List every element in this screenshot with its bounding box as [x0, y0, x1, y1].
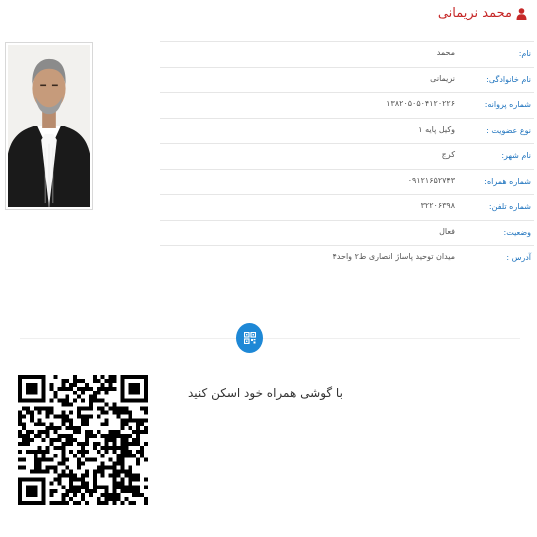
mobile-value: ۰۹۱۲۱۶۵۲۷۴۳: [407, 175, 455, 185]
qr-section-badge: [236, 323, 263, 353]
qr-code-image: [18, 375, 148, 505]
license-number-value: ۱۳۸۲۰۵۰۵۰۴۱۲۰۲۲۶: [386, 99, 455, 108]
status-label: وضعیت:: [503, 227, 531, 237]
address-value: میدان توحید پاساژ انصاری ط۲ واحد۴: [332, 252, 455, 261]
field-row-last-name: نام خانوادگی: نریمانی: [160, 68, 534, 93]
status-value: فعال: [439, 226, 455, 236]
first-name-value: محمد: [436, 48, 455, 57]
section-divider: [20, 338, 520, 339]
profile-header: محمد نریمانی: [438, 6, 527, 21]
first-name-label: نام:: [518, 49, 531, 58]
license-number-label: شماره پروانه:: [484, 100, 531, 109]
field-row-city: نام شهر: کرج: [160, 144, 534, 170]
phone-value: ۳۲۲۰۶۳۹۸: [420, 201, 455, 210]
lawyer-photo: [5, 42, 93, 210]
field-row-address: آدرس : میدان توحید پاساژ انصاری ط۲ واحد۴: [160, 246, 534, 272]
field-row-phone: شماره تلفن: ۳۲۲۰۶۳۹۸: [160, 195, 534, 221]
address-label: آدرس :: [506, 253, 531, 262]
qrcode-icon: [243, 329, 256, 348]
city-label: نام شهر:: [501, 151, 531, 160]
membership-type-value: وکیل پایه ۱: [418, 124, 455, 134]
city-value: کرج: [441, 150, 455, 159]
field-row-license-number: شماره پروانه: ۱۳۸۲۰۵۰۵۰۴۱۲۰۲۲۶: [160, 93, 534, 119]
mobile-label: شماره همراه:: [484, 176, 531, 186]
phone-label: شماره تلفن:: [488, 202, 531, 211]
membership-type-label: نوع عضویت :: [486, 125, 531, 135]
last-name-value: نریمانی: [430, 73, 455, 83]
user-icon: [516, 7, 527, 20]
field-row-mobile: شماره همراه: ۰۹۱۲۱۶۵۲۷۴۳: [160, 170, 534, 195]
field-row-first-name: نام: محمد: [160, 42, 534, 68]
lawyer-info-table: نام: محمد نام خانوادگی: نریمانی شماره پر…: [160, 42, 534, 272]
last-name-label: نام خانوادگی:: [486, 74, 531, 84]
field-row-membership-type: نوع عضویت : وکیل پایه ۱: [160, 119, 534, 144]
field-row-status: وضعیت: فعال: [160, 221, 534, 246]
scan-instruction: با گوشی همراه خود اسکن کنید: [188, 386, 343, 400]
profile-title: محمد نریمانی: [437, 6, 512, 21]
